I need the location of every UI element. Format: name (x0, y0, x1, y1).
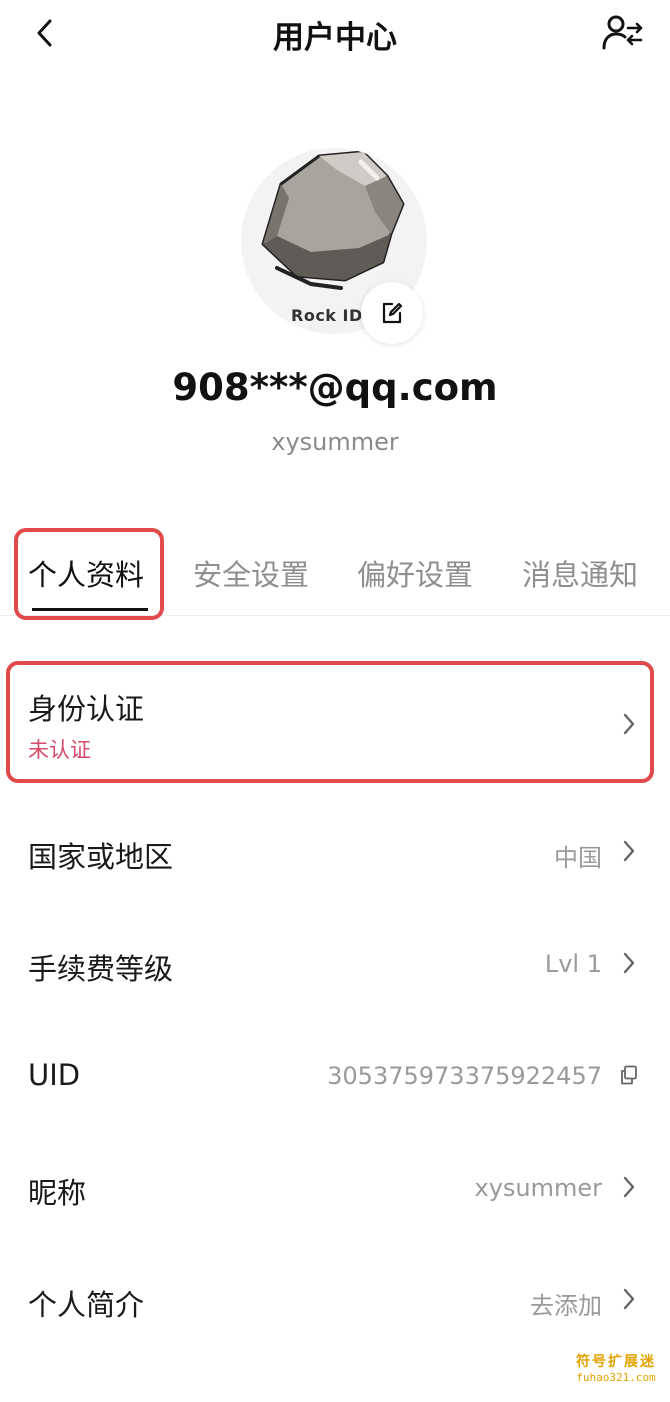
user-switch-icon (602, 15, 643, 50)
fee-level-value: Lvl 1 (544, 950, 602, 978)
chevron-right-icon (623, 952, 635, 974)
tab-preference-settings[interactable]: 偏好设置 (357, 552, 473, 594)
uid-label: UID (28, 1058, 81, 1092)
account-username: xysummer (271, 428, 399, 456)
switch-account-button[interactable] (598, 10, 648, 56)
identity-verification-label: 身份认证 (28, 692, 145, 726)
tab-security-settings[interactable]: 安全设置 (193, 552, 309, 594)
settings-tabs: 个人资料 安全设置 偏好设置 消息通知 (0, 530, 670, 616)
nickname-value: xysummer (474, 1174, 602, 1202)
avatar-label: Rock ID (291, 306, 363, 325)
bio-row[interactable]: 个人简介 去添加 (0, 1256, 670, 1346)
country-region-row[interactable]: 国家或地区 中国 (0, 808, 670, 898)
country-region-label: 国家或地区 (28, 840, 174, 874)
site-watermark: 符号扩展迷 fuhao321.com (576, 1351, 656, 1384)
fee-level-row[interactable]: 手续费等级 Lvl 1 (0, 920, 670, 1010)
top-bar: 用户中心 (0, 0, 670, 70)
chevron-right-icon (623, 840, 635, 862)
uid-value: 305375973375922457 (327, 1062, 602, 1090)
page-title: 用户中心 (273, 20, 397, 56)
country-region-value: 中国 (554, 844, 602, 872)
chevron-right-icon (623, 713, 635, 735)
uid-row: UID 305375973375922457 (0, 1032, 670, 1122)
edit-avatar-button[interactable] (361, 282, 423, 344)
edit-icon (382, 302, 403, 324)
tab-personal-info[interactable]: 个人资料 (28, 552, 144, 594)
identity-verification-row[interactable]: 身份认证 未认证 (0, 660, 670, 784)
chevron-right-icon (623, 1176, 635, 1198)
account-email: 908***@qq.com (172, 366, 498, 409)
nickname-row[interactable]: 昵称 xysummer (0, 1144, 670, 1234)
identity-status: 未认证 (28, 738, 91, 762)
fee-level-label: 手续费等级 (28, 952, 174, 986)
watermark-url: fuhao321.com (576, 1371, 656, 1384)
copy-icon[interactable] (620, 1065, 638, 1085)
bio-label: 个人简介 (28, 1288, 145, 1322)
watermark-title: 符号扩展迷 (576, 1354, 656, 1370)
active-tab-indicator (32, 608, 148, 611)
chevron-right-icon (623, 1288, 635, 1310)
bio-value: 去添加 (530, 1292, 602, 1320)
avatar-container: Rock ID (241, 148, 427, 344)
nickname-label: 昵称 (28, 1176, 87, 1210)
tab-notifications[interactable]: 消息通知 (522, 552, 638, 594)
